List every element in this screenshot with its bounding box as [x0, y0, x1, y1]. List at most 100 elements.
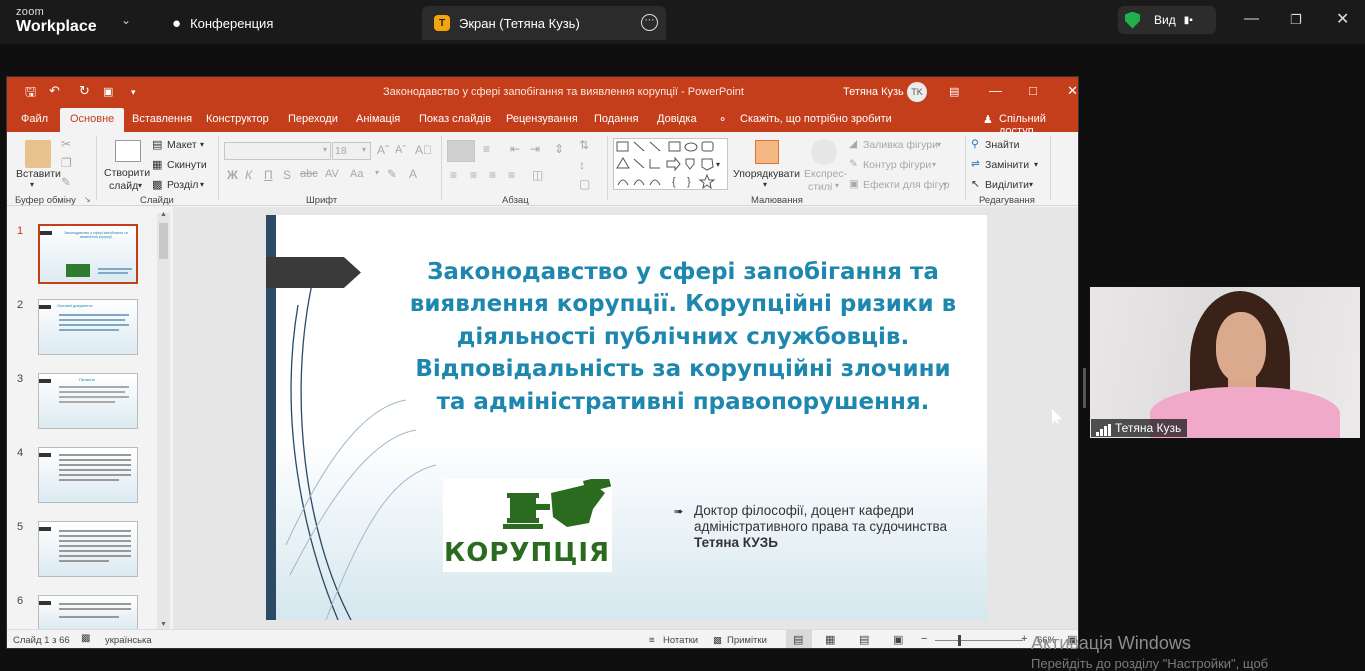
thumbnail-scrollbar[interactable]: ▲ ▼	[157, 211, 170, 629]
participant-video[interactable]: Тетяна Кузь	[1090, 287, 1360, 438]
slideshow-qa-icon[interactable]: ▣	[103, 85, 113, 98]
zoom-slider[interactable]	[935, 640, 1023, 641]
comments-button[interactable]: Примітки	[727, 635, 767, 646]
paste-dropdown-icon[interactable]: ▾	[30, 180, 34, 189]
font-name-box[interactable]	[224, 142, 331, 160]
dialog-launcher-icon[interactable]: ↘	[84, 195, 91, 204]
ppt-minimize-icon[interactable]: —	[989, 83, 1002, 98]
tab-view[interactable]: Подання	[594, 113, 638, 125]
tab-insert[interactable]: Вставлення	[132, 113, 192, 125]
slide-thumbnail-6[interactable]	[38, 595, 138, 629]
notes-button[interactable]: Нотатки	[663, 635, 698, 646]
shape-fill-dropdown-icon[interactable]: ▾	[937, 140, 941, 149]
align-left-icon[interactable]: ≡	[450, 168, 457, 182]
shapes-gallery[interactable]: {}	[613, 138, 728, 190]
slide-thumbnail-5[interactable]	[38, 521, 138, 577]
font-color-icon[interactable]: A	[409, 167, 417, 181]
arrange-icon[interactable]	[755, 140, 779, 164]
align-right-icon[interactable]: ≡	[489, 168, 496, 182]
author-bullet[interactable]: ➠ Доктор філософії, доцент кафедри адмін…	[674, 503, 954, 551]
split-handle[interactable]	[1083, 368, 1086, 408]
replace-button[interactable]: Замінити	[985, 159, 1029, 171]
quick-styles-icon[interactable]	[811, 139, 837, 165]
tab-screen-share[interactable]: T Экран (Тетяна Кузь) ⋯	[422, 6, 666, 40]
new-slide-button[interactable]: Створити	[104, 167, 150, 179]
slide-thumbnail-2[interactable]: Основні документи	[38, 299, 138, 355]
redo-icon[interactable]: ↻	[79, 83, 90, 99]
highlight-icon[interactable]: ✎	[387, 167, 397, 181]
line-spacing-icon[interactable]: ⇕	[554, 142, 564, 156]
select-button[interactable]: Виділити	[985, 179, 1029, 191]
find-button[interactable]: Знайти	[985, 139, 1020, 151]
new-slide-dropdown-icon[interactable]: ▾	[138, 181, 142, 190]
section-dropdown-icon[interactable]: ▾	[200, 180, 204, 189]
paste-button[interactable]: Вставити	[16, 168, 61, 180]
current-slide[interactable]: Законодавство у сфері запобігання та вия…	[266, 215, 987, 620]
ppt-maximize-icon[interactable]: □	[1029, 83, 1037, 98]
tab-slideshow[interactable]: Показ слайдів	[419, 113, 491, 125]
bullets-icon[interactable]	[447, 140, 475, 162]
decrease-indent-icon[interactable]: ⇤	[510, 142, 520, 156]
font-size-dropdown-icon[interactable]: ▾	[362, 145, 366, 154]
replace-dropdown-icon[interactable]: ▾	[1034, 160, 1038, 169]
format-painter-icon[interactable]: ✎	[61, 175, 71, 189]
reset-button[interactable]: Скинути	[167, 159, 207, 171]
arrange-dropdown-icon[interactable]: ▾	[763, 180, 767, 189]
zoom-in-icon[interactable]: +	[1021, 633, 1027, 645]
bold-icon[interactable]: Ж	[227, 168, 238, 182]
scroll-up-icon[interactable]: ▲	[160, 211, 167, 218]
tab-transitions[interactable]: Переходи	[288, 113, 338, 125]
decrease-font-icon[interactable]: Aˇ	[395, 144, 406, 156]
zoom-out-icon[interactable]: −	[921, 633, 927, 645]
text-direction-icon[interactable]: ⇅	[579, 138, 589, 152]
save-icon[interactable]: 🖫	[25, 83, 36, 105]
section-button[interactable]: Розділ	[167, 179, 198, 191]
ribbon-display-icon[interactable]: ▤	[949, 85, 959, 98]
tab-conference[interactable]: ● Конференция	[160, 6, 410, 40]
slide-sorter-icon[interactable]: ▦	[825, 633, 835, 646]
align-center-icon[interactable]: ≡	[470, 168, 477, 182]
close-icon[interactable]: ✕	[1336, 9, 1349, 29]
columns-icon[interactable]: ◫	[532, 168, 543, 182]
justify-icon[interactable]: ≡	[508, 168, 515, 182]
strikethrough-icon[interactable]: abc	[300, 168, 318, 180]
tab-file[interactable]: Файл	[21, 113, 48, 125]
restore-icon[interactable]: ❐	[1290, 12, 1302, 28]
smartart-icon[interactable]: ▢	[579, 177, 590, 191]
view-button[interactable]: Вид ▮▪	[1118, 6, 1216, 34]
shadow-icon[interactable]: S	[283, 168, 291, 182]
quick-styles-button[interactable]: Експрес-	[804, 168, 847, 180]
avatar[interactable]: TK	[907, 82, 927, 102]
clear-format-icon[interactable]: A⃠	[415, 143, 432, 157]
shape-outline-button[interactable]: Контур фігури	[863, 159, 931, 171]
align-text-icon[interactable]: ↕	[579, 158, 585, 172]
increase-font-icon[interactable]: Aˆ	[377, 143, 389, 157]
tab-help[interactable]: Довідка	[657, 113, 697, 125]
select-dropdown-icon[interactable]: ▾	[1029, 180, 1033, 189]
undo-icon[interactable]: ↶	[49, 83, 60, 99]
shape-effects-button[interactable]: Ефекти для фігур	[863, 179, 949, 191]
zoom-slider-thumb[interactable]	[958, 635, 961, 646]
scroll-down-icon[interactable]: ▼	[160, 621, 167, 628]
chevron-down-icon[interactable]: ⌄	[121, 13, 131, 27]
slide-title[interactable]: Законодавство у сфері запобігання та вия…	[406, 256, 960, 418]
slide-thumbnail-1[interactable]: Законодавство у сфері запобігання та вия…	[38, 224, 138, 284]
italic-icon[interactable]: К	[245, 168, 252, 182]
numbering-icon[interactable]: ≡	[483, 142, 490, 156]
slide-thumbnail-3[interactable]: Питання	[38, 373, 138, 429]
new-slide-icon[interactable]	[115, 140, 141, 162]
minimize-icon[interactable]: —	[1244, 10, 1259, 27]
ppt-close-icon[interactable]: ✕	[1067, 83, 1078, 99]
gallery-more-icon[interactable]: ▾	[716, 160, 720, 169]
shape-outline-dropdown-icon[interactable]: ▾	[932, 160, 936, 169]
quick-styles-dropdown-icon[interactable]: ▾	[835, 181, 839, 190]
tell-me-search[interactable]: Скажіть, що потрібно зробити	[740, 113, 892, 125]
slide-thumbnail-4[interactable]	[38, 447, 138, 503]
tab-design[interactable]: Конструктор	[206, 113, 269, 125]
cut-icon[interactable]: ✂	[61, 137, 71, 151]
copy-icon[interactable]: ❐	[61, 156, 72, 170]
scrollbar-thumb[interactable]	[159, 223, 168, 259]
more-icon[interactable]: ⋯	[641, 14, 658, 31]
increase-indent-icon[interactable]: ⇥	[530, 142, 540, 156]
shape-effects-dropdown-icon[interactable]: ▾	[943, 180, 947, 189]
